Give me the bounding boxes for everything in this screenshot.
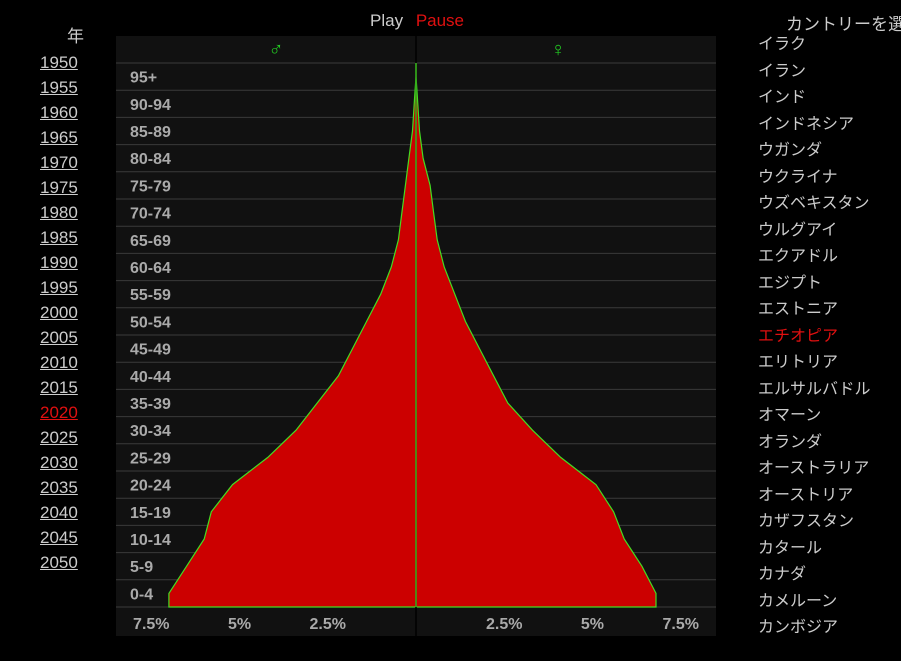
country-item[interactable]: エルサルバドル <box>758 377 870 404</box>
age-group-label: 10-14 <box>130 532 171 549</box>
x-tick-label: 5% <box>581 616 604 633</box>
year-link-1975[interactable]: 1975 <box>40 175 78 200</box>
x-tick-label: 5% <box>228 616 251 633</box>
age-group-label: 50-54 <box>130 314 171 331</box>
country-item[interactable]: エチオピア <box>758 324 870 351</box>
x-tick-label: 2.5% <box>310 616 346 633</box>
year-link-2025[interactable]: 2025 <box>40 425 78 450</box>
year-heading: 年 <box>67 27 84 46</box>
year-link-2040[interactable]: 2040 <box>40 500 78 525</box>
country-item[interactable]: エリトリア <box>758 350 870 377</box>
country-item[interactable]: エクアドル <box>758 244 870 271</box>
country-item[interactable]: エストニア <box>758 297 870 324</box>
age-group-label: 0-4 <box>130 586 153 603</box>
year-link-1985[interactable]: 1985 <box>40 225 78 250</box>
age-group-label: 65-69 <box>130 233 171 250</box>
year-link-2050[interactable]: 2050 <box>40 550 78 575</box>
country-item[interactable]: カナダ <box>758 562 870 589</box>
country-item[interactable]: ウルグアイ <box>758 218 870 245</box>
age-group-label: 15-19 <box>130 505 171 522</box>
year-link-2030[interactable]: 2030 <box>40 450 78 475</box>
country-item[interactable]: インド <box>758 85 870 112</box>
country-list: イラク イラン インド インドネシア ウガンダ ウクライナ ウズベキスタン ウルグアイ エクアド… <box>758 32 870 642</box>
age-group-label: 75-79 <box>130 178 171 195</box>
year-link-1965[interactable]: 1965 <box>40 125 78 150</box>
age-group-label: 95+ <box>130 70 157 87</box>
age-group-label: 20-24 <box>130 478 171 495</box>
year-link-2000[interactable]: 2000 <box>40 300 78 325</box>
country-item[interactable]: カンボジア <box>758 615 870 642</box>
pause-button[interactable]: Pause <box>416 11 464 30</box>
country-item[interactable]: カザフスタン <box>758 509 870 536</box>
playback-controls: Play Pause <box>370 11 464 31</box>
year-link-2035[interactable]: 2035 <box>40 475 78 500</box>
country-item[interactable]: オーストリア <box>758 483 870 510</box>
year-link-1990[interactable]: 1990 <box>40 250 78 275</box>
country-item[interactable]: イラク <box>758 32 870 59</box>
age-group-label: 25-29 <box>130 450 171 467</box>
age-group-label: 70-74 <box>130 206 171 223</box>
year-link-2015[interactable]: 2015 <box>40 375 78 400</box>
age-group-label: 40-44 <box>130 369 171 386</box>
male-symbol: ♂ <box>269 39 284 61</box>
year-link-1950[interactable]: 1950 <box>40 50 78 75</box>
year-link-2010[interactable]: 2010 <box>40 350 78 375</box>
year-link-1955[interactable]: 1955 <box>40 75 78 100</box>
play-button[interactable]: Play <box>370 11 403 30</box>
population-pyramid-chart: ♂ ♀ 0-4 5-9 10-14 15-19 20-24 25-29 30-34 35-39 40… <box>116 36 716 636</box>
country-item[interactable]: オーストラリア <box>758 456 870 483</box>
female-symbol: ♀ <box>551 39 566 61</box>
year-link-1995[interactable]: 1995 <box>40 275 78 300</box>
age-group-label: 60-64 <box>130 260 171 277</box>
age-group-label: 90-94 <box>130 97 171 114</box>
year-link-2045[interactable]: 2045 <box>40 525 78 550</box>
age-group-label: 45-49 <box>130 342 171 359</box>
country-item[interactable]: ウズベキスタン <box>758 191 870 218</box>
year-link-2005[interactable]: 2005 <box>40 325 78 350</box>
year-link-2020[interactable]: 2020 <box>40 400 78 425</box>
country-item[interactable]: インドネシア <box>758 112 870 139</box>
year-list: 1950 1955 1960 1965 1970 1975 1980 1985 1990 1995… <box>40 50 78 575</box>
year-link-1960[interactable]: 1960 <box>40 100 78 125</box>
country-item[interactable]: イラン <box>758 59 870 86</box>
year-link-1980[interactable]: 1980 <box>40 200 78 225</box>
country-item[interactable]: オランダ <box>758 430 870 457</box>
age-group-label: 85-89 <box>130 124 171 141</box>
x-tick-label: 2.5% <box>486 616 522 633</box>
country-item[interactable]: カメルーン <box>758 589 870 616</box>
x-tick-label: 7.5% <box>662 616 698 633</box>
age-group-label: 35-39 <box>130 396 171 413</box>
age-group-label: 55-59 <box>130 287 171 304</box>
age-group-label: 80-84 <box>130 151 171 168</box>
year-link-1970[interactable]: 1970 <box>40 150 78 175</box>
country-item[interactable]: エジプト <box>758 271 870 298</box>
country-item[interactable]: ウガンダ <box>758 138 870 165</box>
x-tick-label: 7.5% <box>133 616 169 633</box>
country-item[interactable]: オマーン <box>758 403 870 430</box>
age-group-label: 30-34 <box>130 423 171 440</box>
country-item[interactable]: ウクライナ <box>758 165 870 192</box>
country-item[interactable]: カタール <box>758 536 870 563</box>
age-group-label: 5-9 <box>130 559 153 576</box>
